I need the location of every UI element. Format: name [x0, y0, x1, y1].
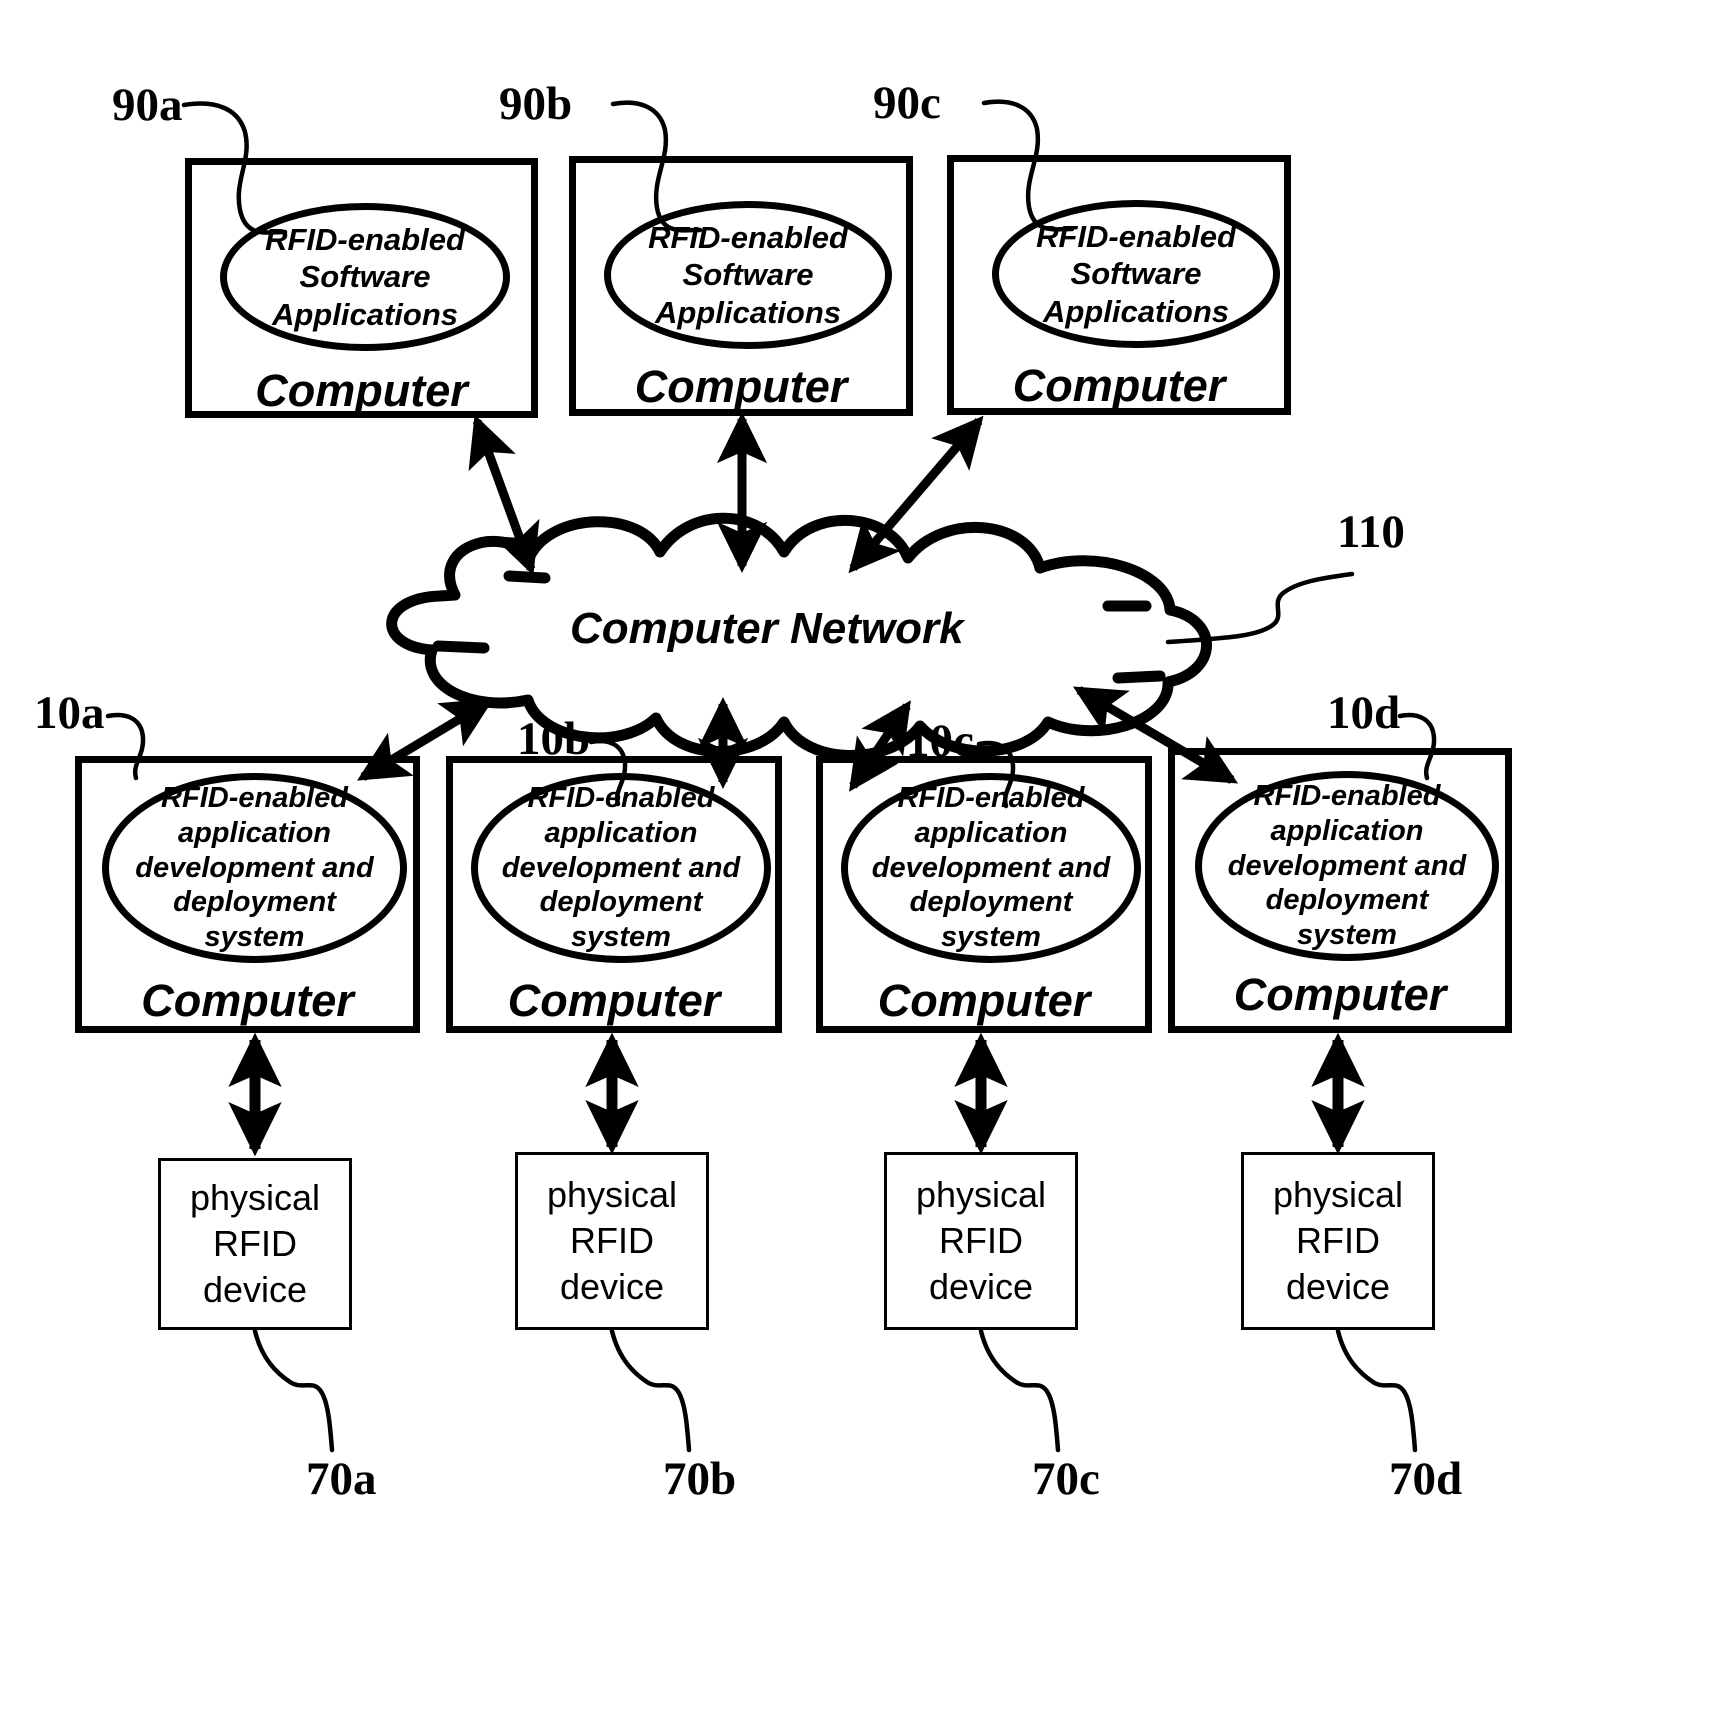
computer-label: Computer — [1012, 360, 1226, 411]
ref-label-70b: 70b — [663, 1453, 737, 1505]
ellipse-line-2: Software — [299, 259, 431, 295]
ellipse-line-5: system — [941, 921, 1041, 954]
computer-box-10b[interactable]: RFID-enabled application development and… — [446, 756, 782, 1033]
ellipse-line-2: application — [177, 816, 332, 849]
physical-rfid-device-70a[interactable]: physical RFID device — [158, 1158, 352, 1330]
ellipse-rfid-software-applications-90c[interactable]: RFID-enabled Software Applications — [992, 200, 1280, 348]
ref-label-10c: 10c — [906, 715, 974, 767]
ellipse-text: RFID-enabled application development and… — [135, 781, 374, 955]
device-line-1: physical — [189, 1176, 321, 1218]
ellipse-line-3: development and — [135, 851, 374, 884]
cloud-network-label: Computer Network — [570, 604, 964, 653]
leader-70a — [252, 1328, 335, 1453]
ref-label-10d: 10d — [1327, 687, 1401, 739]
ellipse-line-1: RFID-enabled — [161, 782, 348, 814]
ellipse-line-3: development and — [501, 851, 741, 884]
device-text: physical RFID device — [547, 1172, 677, 1310]
ellipse-rfid-software-applications-90a[interactable]: RFID-enabled Software Applications — [220, 203, 510, 351]
ref-label-10b: 10b — [517, 713, 591, 765]
device-line-2: RFID — [1296, 1219, 1380, 1261]
computer-box-90c[interactable]: RFID-enabled Software Applications Compu… — [947, 155, 1291, 415]
ellipse-text: RFID-enabled Software Applications — [648, 219, 848, 331]
leader-70d — [1335, 1328, 1418, 1453]
device-text: physical RFID device — [1273, 1172, 1403, 1310]
ref-label-70d: 70d — [1389, 1453, 1463, 1505]
device-line-1: physical — [915, 1173, 1047, 1215]
ellipse-line-4: deployment — [1265, 884, 1429, 917]
device-line-1: physical — [546, 1173, 678, 1215]
ellipse-rfid-dev-deploy-10d[interactable]: RFID-enabled application development and… — [1195, 771, 1499, 961]
ref-label-10a: 10a — [34, 687, 105, 739]
device-line-2: RFID — [213, 1222, 297, 1264]
ellipse-line-1: RFID-enabled — [1036, 219, 1236, 255]
device-line-3: device — [559, 1266, 665, 1308]
ellipse-text: RFID-enabled application development and… — [502, 781, 741, 955]
leader-70c — [978, 1328, 1061, 1453]
ellipse-rfid-dev-deploy-10c[interactable]: RFID-enabled application development and… — [841, 773, 1141, 963]
ellipse-line-2: Software — [682, 257, 814, 293]
ellipse-line-1: RFID-enabled — [648, 220, 848, 256]
leader-70b — [609, 1328, 692, 1453]
ref-label-70a: 70a — [306, 1453, 377, 1505]
device-line-3: device — [928, 1266, 1034, 1308]
device-line-3: device — [1285, 1266, 1391, 1308]
device-line-1: physical — [1272, 1173, 1404, 1215]
computer-label: Computer — [877, 975, 1091, 1026]
ellipse-line-4: deployment — [909, 886, 1073, 919]
ellipse-line-5: system — [204, 921, 305, 954]
ellipse-rfid-software-applications-90b[interactable]: RFID-enabled Software Applications — [604, 201, 892, 349]
figure-canvas: RFID-enabled Software Applications Compu… — [0, 0, 1715, 1714]
physical-rfid-device-70b[interactable]: physical RFID device — [515, 1152, 709, 1330]
computer-box-90a[interactable]: RFID-enabled Software Applications Compu… — [185, 158, 538, 418]
ellipse-line-3: Applications — [1042, 293, 1229, 329]
ellipse-line-4: deployment — [539, 886, 703, 919]
ellipse-line-1: RFID-enabled — [527, 782, 715, 814]
ellipse-line-3: development and — [1227, 849, 1467, 882]
computer-label: Computer — [141, 975, 354, 1026]
ellipse-line-2: application — [544, 816, 698, 849]
ref-label-90a: 90a — [112, 79, 183, 131]
computer-box-10d[interactable]: RFID-enabled application development and… — [1168, 748, 1512, 1033]
ellipse-line-3: development and — [871, 851, 1111, 884]
computer-label: Computer — [255, 365, 468, 416]
physical-rfid-device-70d[interactable]: physical RFID device — [1241, 1152, 1435, 1330]
ellipse-text: RFID-enabled application development and… — [1228, 779, 1467, 953]
ellipse-line-1: RFID-enabled — [897, 782, 1085, 814]
ellipse-line-5: system — [571, 921, 671, 954]
computer-label: Computer — [634, 361, 848, 412]
ellipse-rfid-dev-deploy-10b[interactable]: RFID-enabled application development and… — [471, 773, 771, 963]
ellipse-text: RFID-enabled application development and… — [872, 781, 1111, 955]
device-line-2: RFID — [939, 1219, 1023, 1261]
device-line-3: device — [202, 1269, 308, 1311]
device-text: physical RFID device — [190, 1175, 320, 1313]
computer-label: Computer — [507, 975, 721, 1026]
computer-label: Computer — [1233, 969, 1447, 1020]
computer-box-10c[interactable]: RFID-enabled application development and… — [816, 756, 1152, 1033]
ellipse-line-5: system — [1297, 919, 1397, 952]
ref-label-110: 110 — [1337, 506, 1405, 558]
ellipse-line-2: Software — [1070, 256, 1202, 292]
ellipse-line-1: RFID-enabled — [265, 222, 465, 258]
ellipse-text: RFID-enabled Software Applications — [1036, 218, 1236, 330]
ellipse-line-3: Applications — [271, 296, 458, 332]
ref-label-90b: 90b — [499, 78, 573, 130]
ellipse-line-4: deployment — [173, 886, 336, 919]
computer-box-10a[interactable]: RFID-enabled application development and… — [75, 756, 420, 1033]
computer-box-90b[interactable]: RFID-enabled Software Applications Compu… — [569, 156, 913, 416]
physical-rfid-device-70c[interactable]: physical RFID device — [884, 1152, 1078, 1330]
ellipse-rfid-dev-deploy-10a[interactable]: RFID-enabled application development and… — [102, 773, 407, 963]
ellipse-line-2: application — [914, 816, 1068, 849]
ref-label-90c: 90c — [873, 77, 941, 129]
device-line-2: RFID — [570, 1219, 654, 1261]
device-text: physical RFID device — [916, 1172, 1046, 1310]
ellipse-line-1: RFID-enabled — [1253, 780, 1441, 812]
ellipse-line-2: application — [1270, 814, 1424, 847]
ellipse-text: RFID-enabled Software Applications — [265, 221, 465, 333]
ellipse-line-3: Applications — [654, 294, 841, 330]
ref-label-70c: 70c — [1032, 1453, 1100, 1505]
